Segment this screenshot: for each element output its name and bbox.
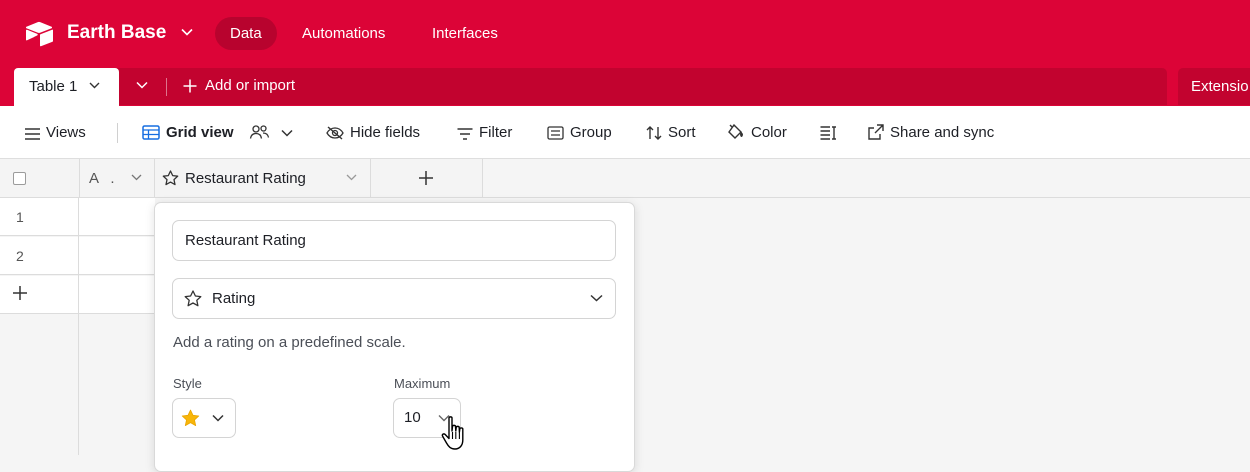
field-type-description: Add a rating on a predefined scale. (173, 334, 406, 351)
divider (117, 123, 118, 143)
sort-icon (646, 126, 662, 140)
views-button[interactable]: Views (25, 124, 86, 142)
group-button[interactable]: Group (547, 124, 612, 142)
nav-automations[interactable]: Automations (287, 17, 400, 50)
eye-off-icon (326, 126, 344, 140)
grid-header-empty (483, 159, 1250, 198)
chevron-down-icon[interactable] (131, 174, 142, 181)
star-icon (184, 290, 202, 307)
chevron-down-icon (212, 414, 224, 422)
maximum-label: Maximum (394, 376, 451, 391)
add-field-plus-icon[interactable] (418, 170, 434, 186)
share-and-sync-button[interactable]: Share and sync (868, 124, 994, 142)
column-divider (79, 159, 80, 198)
chevron-down-icon[interactable] (281, 129, 293, 137)
grid-view-label: Grid view (166, 124, 234, 141)
row-number: 2 (16, 248, 24, 264)
menu-icon (25, 128, 40, 140)
group-label: Group (570, 124, 612, 141)
field-name-input[interactable]: Restaurant Rating (172, 220, 616, 261)
star-icon (162, 170, 179, 186)
nav-data[interactable]: Data (215, 17, 277, 50)
base-name[interactable]: Earth Base (67, 22, 166, 44)
filter-icon (457, 128, 473, 140)
grid-icon (142, 125, 160, 140)
sort-button[interactable]: Sort (646, 124, 696, 142)
airtable-logo-icon[interactable] (24, 21, 54, 47)
share-and-sync-label: Share and sync (890, 124, 995, 141)
hide-fields-label: Hide fields (350, 124, 421, 141)
column-divider (370, 159, 371, 198)
column-header-primary[interactable]: A . (89, 170, 119, 187)
table-row[interactable]: 2 (0, 237, 155, 275)
hand-pointer-cursor-icon (441, 416, 464, 450)
plus-icon (183, 79, 197, 93)
style-select[interactable] (172, 398, 236, 438)
tab-label: Table 1 (29, 78, 78, 95)
add-or-import-button[interactable]: Add or import (183, 76, 295, 96)
nav-interfaces[interactable]: Interfaces (417, 17, 513, 50)
color-button[interactable]: Color (727, 124, 787, 142)
add-or-import-label: Add or import (205, 77, 296, 94)
chevron-down-icon[interactable] (181, 28, 193, 36)
field-type-label: Rating (212, 290, 256, 307)
sort-label: Sort (668, 124, 696, 141)
grid-view-button[interactable]: Grid view (142, 124, 234, 142)
tab-table-1[interactable]: Table 1 (14, 68, 119, 106)
select-all-checkbox[interactable] (13, 172, 26, 185)
chevron-down-icon[interactable] (346, 174, 357, 181)
chevron-down-icon (590, 294, 603, 302)
collaborators-icon[interactable] (249, 124, 270, 140)
paint-bucket-icon (728, 124, 743, 139)
divider (166, 78, 167, 96)
chevron-down-icon[interactable] (136, 81, 148, 89)
color-label: Color (751, 124, 787, 141)
column-divider (482, 159, 483, 198)
style-label: Style (173, 376, 202, 391)
extensions-button[interactable]: Extensio (1178, 68, 1250, 105)
row-number: 1 (16, 209, 24, 225)
filter-label: Filter (479, 124, 513, 141)
table-row[interactable]: 1 (0, 198, 155, 236)
star-icon (181, 409, 200, 426)
column-divider (78, 276, 79, 314)
field-type-select[interactable]: Rating (172, 278, 616, 319)
column-header-label: Restaurant Rating (185, 170, 306, 187)
hide-fields-button[interactable]: Hide fields (326, 124, 420, 142)
column-divider (154, 159, 155, 198)
column-divider (78, 237, 79, 275)
add-record-plus-icon[interactable] (12, 285, 28, 301)
column-divider (78, 198, 79, 236)
views-label: Views (46, 124, 86, 141)
group-icon (547, 126, 564, 140)
external-link-icon (868, 124, 884, 140)
filter-button[interactable]: Filter (457, 124, 512, 142)
maximum-value: 10 (404, 409, 421, 426)
chevron-down-icon[interactable] (89, 82, 100, 89)
column-header-restaurant-rating[interactable]: Restaurant Rating (162, 170, 306, 187)
row-height-icon[interactable] (820, 126, 837, 140)
